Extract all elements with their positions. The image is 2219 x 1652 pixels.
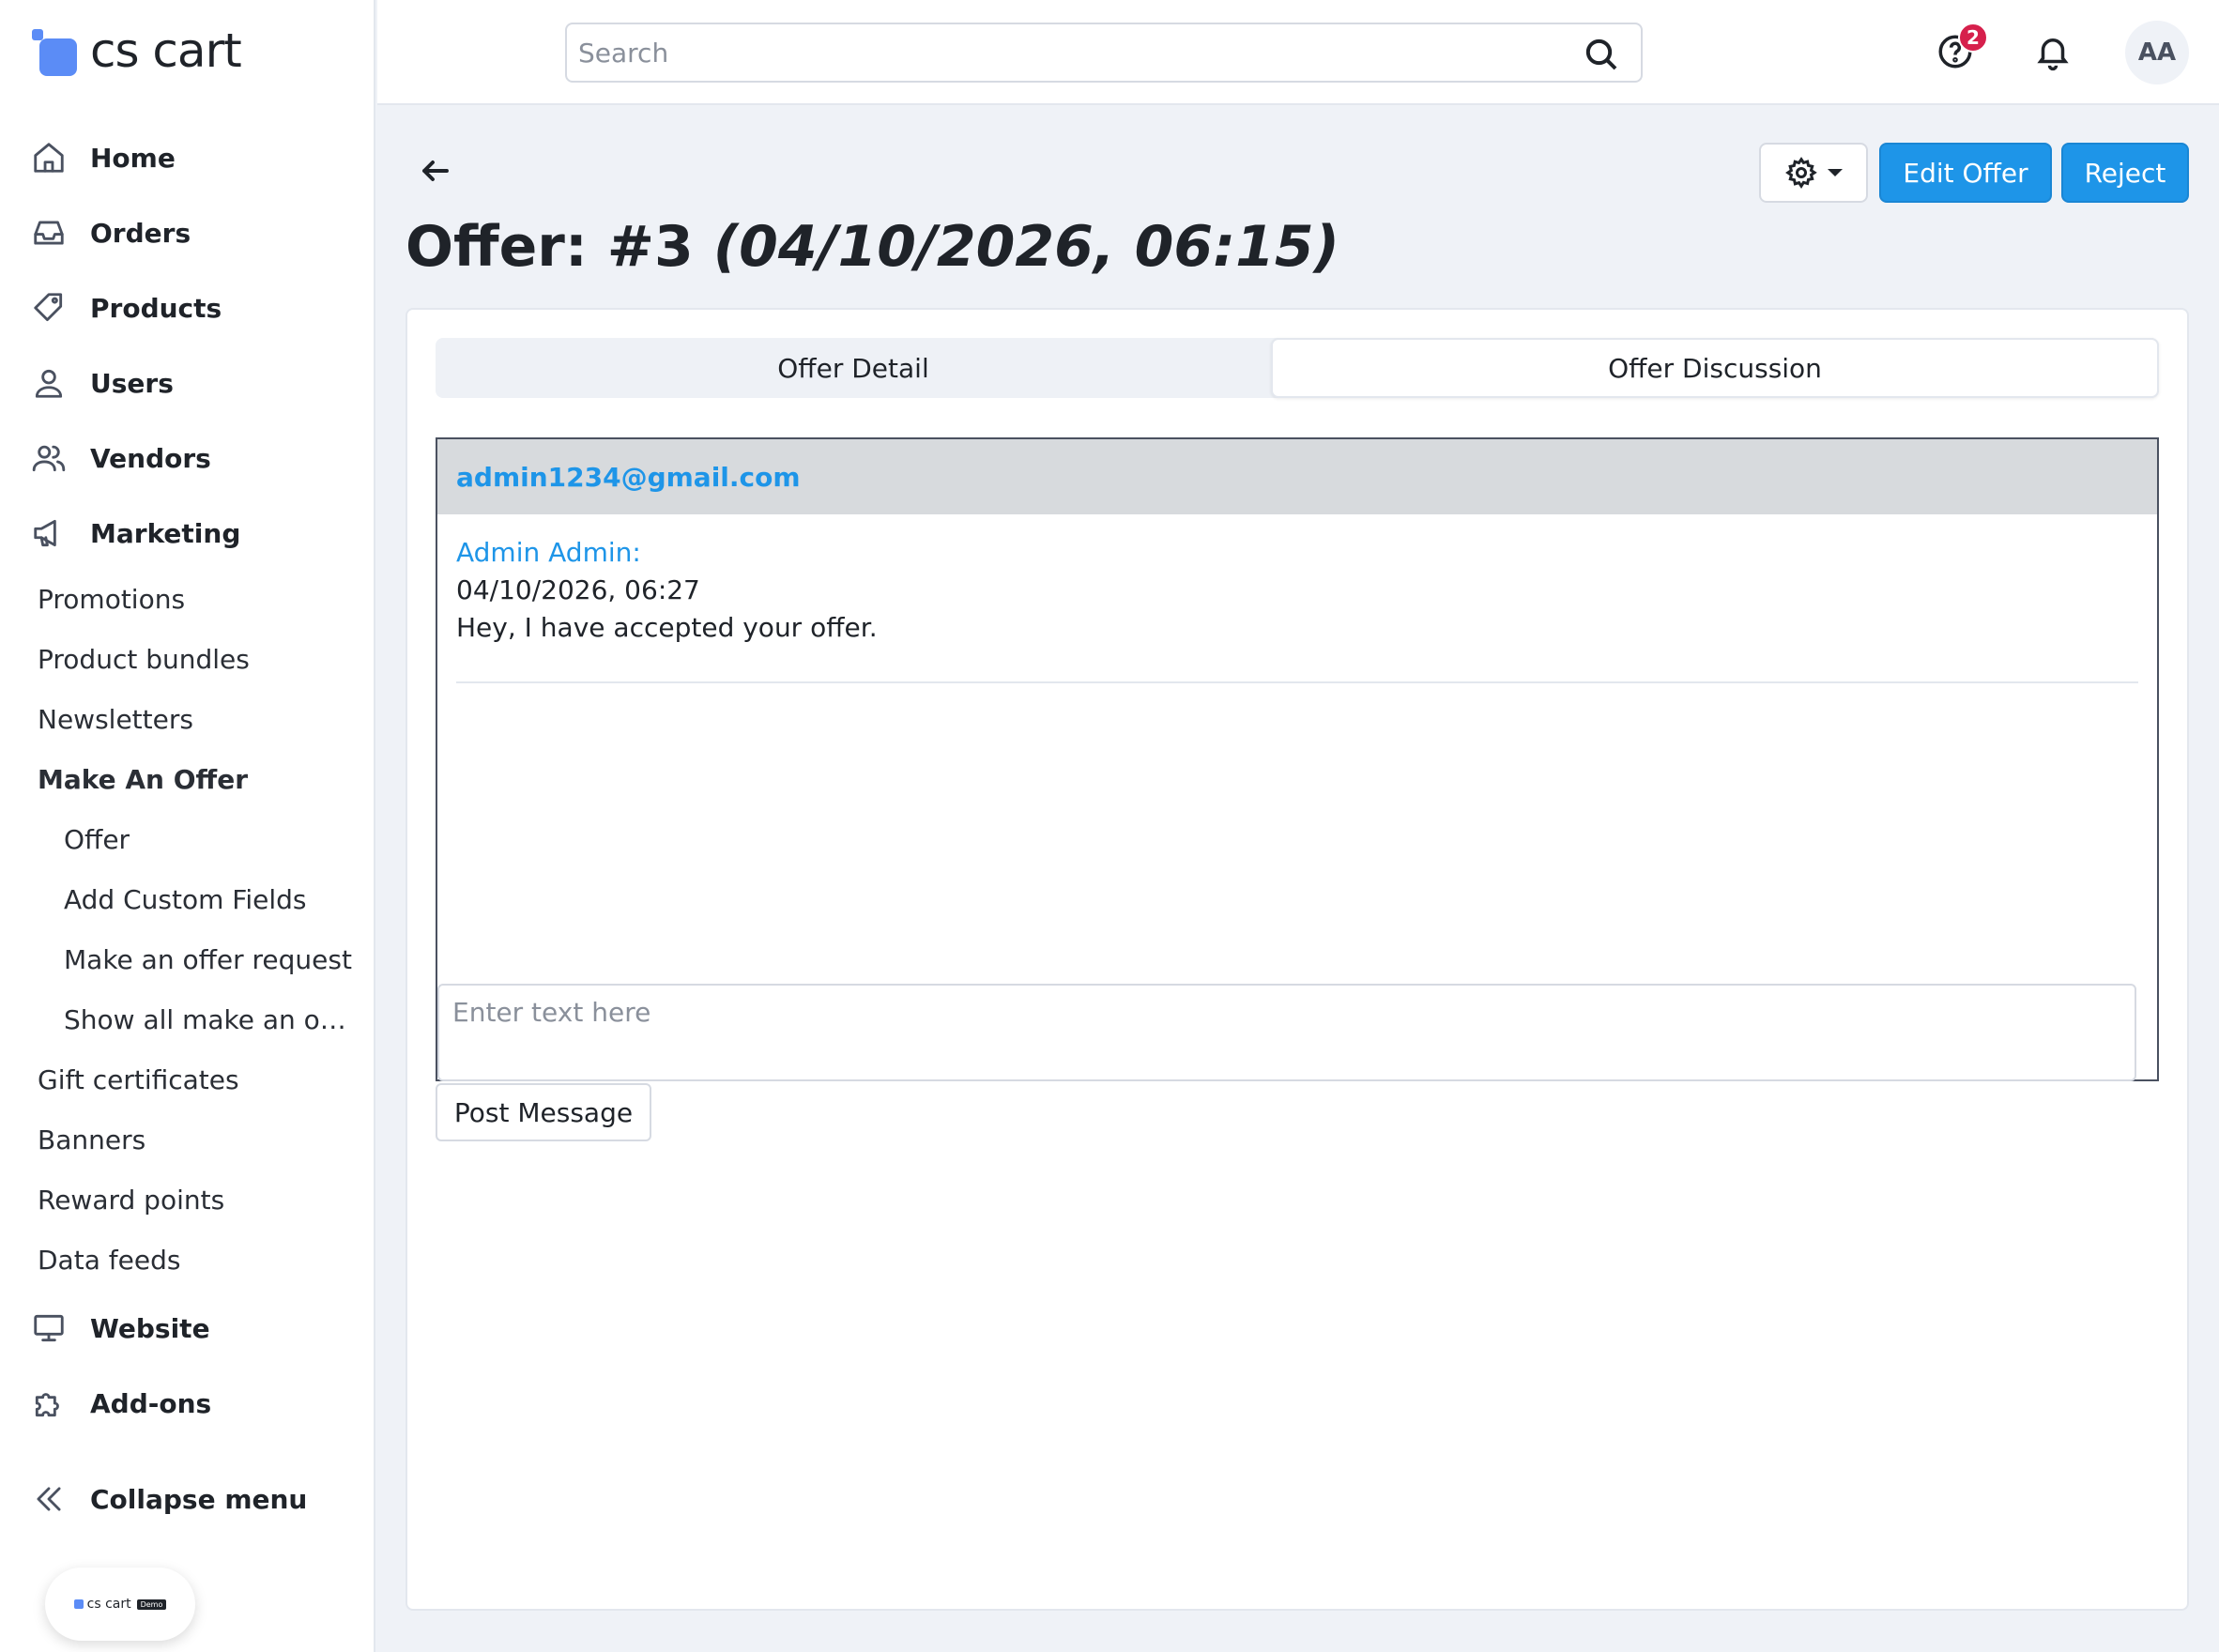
sidebar-item-marketing[interactable]: Marketing [30, 505, 240, 561]
sidebar-item-label: Users [90, 367, 174, 399]
users-icon [30, 439, 68, 477]
discussion-email: admin1234@gmail.com [456, 461, 801, 493]
tag-icon [30, 289, 68, 327]
sidebar-item-banners[interactable]: Banners [38, 1124, 145, 1155]
sidebar-item-label: Vendors [90, 442, 211, 474]
tab-offer-detail[interactable]: Offer Detail [436, 338, 1271, 398]
demo-logo-text: cs cart [86, 1597, 131, 1612]
sidebar-item-vendors[interactable]: Vendors [30, 430, 211, 486]
reject-button[interactable]: Reject [2061, 143, 2189, 203]
sidebar-item-show-all-requests[interactable]: Show all make an offer requests [64, 1004, 355, 1035]
offer-card: Offer Detail Offer Discussion admin1234@… [406, 308, 2189, 1611]
avatar[interactable]: AA [2125, 21, 2189, 84]
sidebar-item-label: Add-ons [90, 1387, 212, 1419]
sidebar-item-orders[interactable]: Orders [30, 205, 191, 261]
user-icon [30, 364, 68, 402]
sidebar-item-label: Website [90, 1312, 210, 1344]
search-input[interactable] [578, 32, 1573, 73]
chevrons-left-icon [30, 1480, 68, 1518]
sidebar-item-gift-certificates[interactable]: Gift certificates [38, 1064, 239, 1095]
message-text: Hey, I have accepted your offer. [456, 612, 878, 643]
cs-cart-logo[interactable]: cs cart [30, 21, 242, 81]
sidebar-item-product-bundles[interactable]: Product bundles [38, 644, 250, 675]
puzzle-icon [30, 1384, 68, 1422]
sidebar-item-label: Home [90, 142, 176, 174]
demo-badge: Demo [136, 1598, 167, 1610]
collapse-menu-button[interactable]: Collapse menu [30, 1471, 307, 1527]
chevron-down-icon [1828, 169, 1843, 176]
message-author: Admin Admin: [456, 537, 641, 568]
sidebar-item-website[interactable]: Website [30, 1300, 210, 1356]
collapse-menu-label: Collapse menu [90, 1483, 308, 1515]
sidebar-item-label: Orders [90, 217, 191, 249]
edit-offer-button[interactable]: Edit Offer [1879, 143, 2052, 203]
sidebar-item-products[interactable]: Products [30, 280, 222, 336]
sidebar-item-make-an-offer-request[interactable]: Make an offer request [64, 944, 355, 975]
logo-text: cs cart [90, 23, 242, 78]
sidebar-item-promotions[interactable]: Promotions [38, 584, 185, 615]
megaphone-icon [30, 514, 68, 552]
back-arrow-icon[interactable] [419, 154, 456, 191]
topbar: 2 AA [377, 0, 2219, 105]
page-title-date: (04/10/2026, 06:15) [712, 214, 1340, 280]
page-title-prefix: Offer: #3 [406, 214, 694, 280]
sidebar-item-label: Marketing [90, 517, 241, 549]
sidebar-item-users[interactable]: Users [30, 355, 174, 411]
discussion-box: admin1234@gmail.com Admin Admin: 04/10/2… [436, 437, 2159, 1081]
gear-icon [1785, 157, 1817, 190]
tab-offer-discussion[interactable]: Offer Discussion [1271, 338, 2159, 398]
message-input[interactable] [437, 984, 2136, 1081]
home-icon [30, 139, 68, 176]
logo-mark-icon [30, 27, 77, 76]
sidebar-item-newsletters[interactable]: Newsletters [38, 704, 193, 735]
demo-logo-button[interactable]: cs cart Demo [45, 1568, 195, 1641]
sidebar-item-add-custom-fields[interactable]: Add Custom Fields [64, 884, 355, 915]
sidebar-item-add-ons[interactable]: Add-ons [30, 1375, 211, 1431]
search-icon[interactable] [1583, 36, 1620, 73]
page-title: Offer: #3 (04/10/2026, 06:15) [406, 214, 1339, 280]
help-badge: 2 [1958, 23, 1988, 53]
settings-dropdown-button[interactable] [1759, 143, 1868, 203]
sidebar-item-offer[interactable]: Offer [64, 824, 355, 855]
message-date: 04/10/2026, 06:27 [456, 574, 700, 605]
sidebar-item-reward-points[interactable]: Reward points [38, 1185, 224, 1216]
discussion-header: admin1234@gmail.com [437, 439, 2157, 514]
message-divider [456, 681, 2138, 683]
post-message-button[interactable]: Post Message [436, 1083, 651, 1141]
search-box [565, 23, 1643, 83]
bell-icon[interactable] [2033, 32, 2074, 73]
tab-bar: Offer Detail Offer Discussion [436, 338, 2159, 398]
sidebar-item-make-an-offer[interactable]: Make An Offer [38, 764, 248, 795]
sidebar-item-data-feeds[interactable]: Data feeds [38, 1245, 180, 1276]
inbox-icon [30, 214, 68, 252]
monitor-icon [30, 1309, 68, 1347]
sidebar-item-home[interactable]: Home [30, 130, 176, 186]
sidebar-item-label: Products [90, 292, 222, 324]
sidebar: cs cart Home Orders Products Users Vendo… [0, 0, 375, 1652]
mini-logo-icon [73, 1599, 84, 1609]
